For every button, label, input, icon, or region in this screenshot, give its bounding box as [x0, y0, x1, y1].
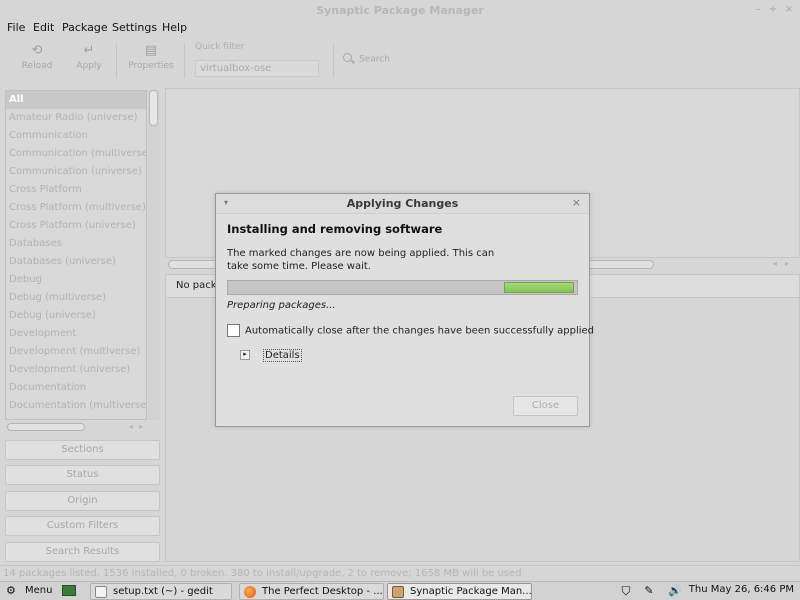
section-item[interactable]: Databases (universe) — [6, 253, 146, 271]
section-item[interactable]: Communication (multiverse) — [6, 145, 146, 163]
properties-label: Properties — [128, 61, 174, 71]
reload-icon: ⟲ — [31, 43, 43, 58]
apply-button[interactable]: ↵ Apply — [74, 43, 104, 72]
menu-button[interactable]: ⚙ Menu — [4, 583, 56, 600]
window-titlebar: Synaptic Package Manager – + × — [0, 0, 800, 20]
scroll-right-icon[interactable]: ▸ — [139, 422, 143, 431]
taskbar-window-synaptic[interactable]: Synaptic Package Man... — [387, 583, 532, 600]
taskbar: ⚙ Menu setup.txt (~) - gedit The Perfect… — [0, 581, 800, 600]
gear-icon: ⚙ — [6, 584, 16, 597]
reload-button[interactable]: ⟲ Reload — [20, 43, 54, 72]
shield-icon[interactable]: ⛉ — [618, 583, 634, 600]
synaptic-icon — [392, 586, 404, 598]
maximize-icon[interactable]: + — [767, 4, 779, 16]
menu-label: Menu — [25, 585, 53, 596]
details-expander[interactable]: ▸ Details — [240, 349, 302, 362]
scroll-left-icon[interactable]: ◂ — [773, 259, 777, 268]
taskbar-window-firefox[interactable]: The Perfect Desktop - ... — [239, 583, 384, 600]
section-list-hscrollbar[interactable]: ◂ ▸ — [5, 421, 160, 433]
section-item[interactable]: Debug (multiverse) — [6, 289, 146, 307]
menu-help[interactable]: Help — [162, 21, 187, 34]
apply-icon: ↵ — [83, 43, 95, 58]
toolbar-separator — [116, 44, 117, 78]
search-label: Search — [359, 54, 390, 65]
properties-icon: ▤ — [144, 43, 158, 58]
section-item[interactable]: Cross Platform — [6, 181, 146, 199]
desktop-icon — [62, 585, 76, 596]
search-icon — [343, 53, 355, 65]
scroll-right-icon[interactable]: ▸ — [785, 259, 789, 268]
quick-filter-label: Quick filter — [195, 42, 245, 52]
dialog-close-icon[interactable]: × — [572, 196, 581, 209]
scrollbar-thumb[interactable] — [7, 423, 85, 431]
dialog-title: Applying Changes — [346, 197, 459, 210]
dialog-heading: Installing and removing software — [227, 222, 443, 236]
section-item[interactable]: Communication (universe) — [6, 163, 146, 181]
quick-filter-input[interactable] — [195, 60, 319, 77]
statusbar: 14 packages listed, 1536 installed, 0 br… — [0, 565, 800, 581]
toolbar-separator — [333, 44, 334, 78]
scrollbar-thumb[interactable] — [149, 90, 158, 126]
section-item[interactable]: Documentation — [6, 379, 146, 397]
search-button[interactable]: Search — [343, 53, 390, 65]
close-icon[interactable]: × — [783, 4, 795, 16]
custom-filters-button[interactable]: Custom Filters — [5, 516, 160, 536]
clock[interactable]: Thu May 26, 6:46 PM — [689, 584, 794, 595]
menubar: File Edit Package Settings Help — [0, 20, 800, 38]
dialog-message: The marked changes are now being applied… — [227, 248, 495, 272]
dialog-titlebar: ▾ Applying Changes × — [216, 194, 589, 214]
menu-edit[interactable]: Edit — [33, 21, 54, 34]
status-text: 14 packages listed, 1536 installed, 0 br… — [3, 568, 522, 579]
section-item[interactable]: Cross Platform (multiverse) — [6, 199, 146, 217]
section-item[interactable]: All — [6, 91, 146, 109]
sections-filter-button[interactable]: Sections — [5, 440, 160, 460]
section-item[interactable]: Communication — [6, 127, 146, 145]
applying-changes-dialog: ▾ Applying Changes × Installing and remo… — [215, 193, 594, 427]
section-list[interactable]: All Amateur Radio (universe) Communication… — [5, 90, 147, 420]
network-icon[interactable]: ✎ — [641, 583, 657, 600]
progress-status: Preparing packages... — [227, 300, 336, 311]
auto-close-label: Automatically close after the changes ha… — [245, 325, 595, 337]
section-item[interactable]: Amateur Radio (universe) — [6, 109, 146, 127]
taskbar-window-label: The Perfect Desktop - ... — [262, 586, 383, 597]
section-item[interactable]: Debug — [6, 271, 146, 289]
menu-package[interactable]: Package — [62, 21, 108, 34]
origin-filter-button[interactable]: Origin — [5, 491, 160, 511]
window-title: Synaptic Package Manager — [316, 4, 484, 17]
section-item[interactable]: Development (universe) — [6, 361, 146, 379]
menu-settings[interactable]: Settings — [112, 21, 157, 34]
toolbar: ⟲ Reload ↵ Apply ▤ Properties Quick filt… — [0, 38, 800, 86]
toolbar-separator — [184, 44, 185, 78]
auto-close-option[interactable]: Automatically close after the changes ha… — [227, 324, 594, 337]
auto-close-checkbox[interactable] — [227, 324, 240, 337]
progress-bar — [227, 280, 578, 295]
close-button[interactable]: Close — [513, 396, 578, 416]
section-item[interactable]: Debug (universe) — [6, 307, 146, 325]
gedit-icon — [95, 586, 107, 598]
section-item[interactable]: Documentation (multiverse) — [6, 397, 146, 415]
menu-file[interactable]: File — [7, 21, 25, 34]
expander-icon[interactable]: ▸ — [240, 350, 250, 360]
taskbar-window-label: setup.txt (~) - gedit — [113, 586, 213, 597]
section-item[interactable]: Databases — [6, 235, 146, 253]
section-item[interactable]: Cross Platform (universe) — [6, 217, 146, 235]
progress-bar-fill — [504, 282, 574, 293]
show-desktop-button[interactable] — [60, 583, 80, 600]
apply-label: Apply — [76, 61, 102, 71]
section-item[interactable]: Development — [6, 325, 146, 343]
section-item[interactable]: Development (multiverse) — [6, 343, 146, 361]
status-filter-button[interactable]: Status — [5, 465, 160, 485]
taskbar-window-gedit[interactable]: setup.txt (~) - gedit — [90, 583, 232, 600]
volume-icon[interactable]: 🔊 — [666, 583, 684, 600]
search-results-button[interactable]: Search Results — [5, 542, 160, 562]
reload-label: Reload — [21, 61, 53, 71]
details-label[interactable]: Details — [263, 349, 302, 362]
section-list-vscrollbar[interactable] — [148, 90, 160, 420]
minimize-icon[interactable]: – — [752, 4, 764, 16]
taskbar-window-label: Synaptic Package Man... — [410, 586, 532, 597]
description-text: No pack — [176, 280, 217, 291]
firefox-icon — [244, 586, 256, 598]
properties-button[interactable]: ▤ Properties — [127, 43, 175, 72]
scroll-left-icon[interactable]: ◂ — [129, 422, 133, 431]
